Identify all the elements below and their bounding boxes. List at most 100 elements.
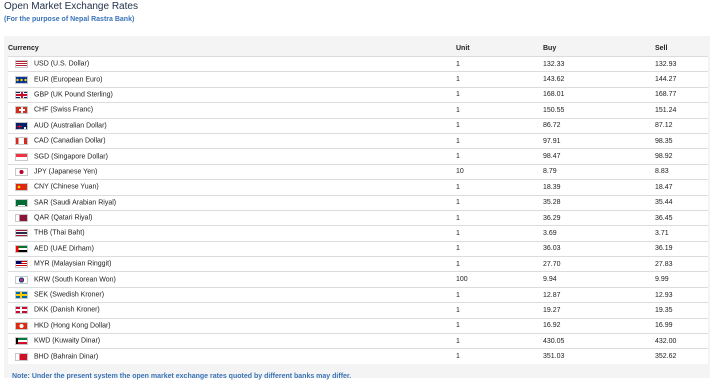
sell-rate-cell: 8.83 [655,163,708,180]
buy-rate-cell: 35.28 [543,194,655,211]
currency-name: THB (Thai Baht) [34,229,85,237]
sell-rate-cell: 151.24 [655,102,708,119]
currency-cell: SGD (Singapore Dollar) [8,148,456,165]
bh-flag-icon [15,352,28,361]
table-row: CHF (Swiss Franc) 1 150.55 151.24 [8,102,708,119]
sell-rate-cell: 87.12 [655,117,708,134]
table-row: CNY (Chinese Yuan) 1 18.39 18.47 [8,179,708,196]
jp-flag-icon [15,167,28,176]
currency-name: BHD (Bahrain Dinar) [34,353,99,361]
sell-rate-cell: 12.93 [655,286,708,303]
unit-cell: 1 [456,148,543,165]
unit-cell: 1 [456,348,543,365]
kw-flag-icon [15,337,28,346]
buy-rate-cell: 351.03 [543,348,655,365]
sell-rate-cell: 3.71 [655,225,708,242]
my-flag-icon [15,260,28,269]
sell-rate-cell: 16.99 [655,317,708,334]
sell-rate-cell: 9.99 [655,271,708,288]
currency-cell: BHD (Bahrain Dinar) [8,348,456,365]
unit-cell: 1 [456,286,543,303]
table-row: THB (Thai Baht) 1 3.69 3.71 [8,225,708,242]
th-flag-icon [15,229,28,238]
buy-rate-cell: 168.01 [543,86,655,103]
ae-flag-icon [15,244,28,253]
currency-name: JPY (Japanese Yen) [34,168,98,176]
currency-name: KRW (South Korean Won) [34,276,116,284]
table-row: EUR (European Euro) 1 143.62 144.27 [8,71,708,88]
buy-rate-cell: 36.03 [543,240,655,257]
buy-rate-cell: 36.29 [543,209,655,226]
sa-flag-icon [15,198,28,207]
unit-cell: 1 [456,317,543,334]
dk-flag-icon [15,306,28,315]
buy-rate-cell: 9.94 [543,271,655,288]
column-header-sell: Sell [655,41,708,57]
unit-cell: 1 [456,256,543,272]
unit-cell: 1 [456,194,543,211]
buy-rate-cell: 12.87 [543,286,655,303]
currency-name: QAR (Qatari Riyal) [34,214,93,222]
currency-name: GBP (UK Pound Sterling) [34,91,113,99]
buy-rate-cell: 430.05 [543,333,655,349]
sell-rate-cell: 98.35 [655,132,708,149]
currency-name: DKK (Danish Kroner) [34,306,100,314]
sell-rate-cell: 144.27 [655,71,708,88]
unit-cell: 1 [456,55,543,72]
kr-flag-icon [15,275,28,284]
rates-note: Note: Under the present system the open … [12,373,352,380]
sell-rate-cell: 27.83 [655,256,708,272]
currency-name: SEK (Swedish Kroner) [34,291,105,299]
unit-cell: 1 [456,102,543,119]
table-row: QAR (Qatari Riyal) 1 36.29 36.45 [8,209,708,226]
table-row: SAR (Saudi Arabian Riyal) 1 35.28 35.44 [8,194,708,211]
currency-name: AED (UAE Dirham) [34,245,94,253]
currency-cell: DKK (Danish Kroner) [8,302,456,319]
buy-rate-cell: 3.69 [543,225,655,242]
table-row: JPY (Japanese Yen) 10 8.79 8.83 [8,163,708,180]
currency-cell: AUD (Australian Dollar) [8,117,456,134]
us-flag-icon [15,60,28,69]
buy-rate-cell: 132.33 [543,55,655,72]
buy-rate-cell: 16.92 [543,317,655,334]
table-row: KWD (Kuwaity Dinar) 1 430.05 432.00 [8,333,708,349]
qa-flag-icon [15,214,28,223]
currency-cell: KWD (Kuwaity Dinar) [8,333,456,349]
unit-cell: 1 [456,179,543,196]
sell-rate-cell: 36.19 [655,240,708,257]
sell-rate-cell: 18.47 [655,179,708,196]
buy-rate-cell: 143.62 [543,71,655,88]
currency-cell: SEK (Swedish Kroner) [8,286,456,303]
page-subtitle: (For the purpose of Nepal Rastra Bank) [4,16,135,23]
table-row: CAD (Canadian Dollar) 1 97.91 98.35 [8,132,708,149]
sg-flag-icon [15,152,28,161]
table-row: GBP (UK Pound Sterling) 1 168.01 168.77 [8,86,708,103]
currency-cell: EUR (European Euro) [8,71,456,88]
unit-cell: 1 [456,132,543,149]
buy-rate-cell: 8.79 [543,163,655,180]
table-row: MYR (Malaysian Ringgit) 1 27.70 27.83 [8,256,708,272]
eu-flag-icon [15,75,28,84]
currency-cell: CAD (Canadian Dollar) [8,132,456,149]
sell-rate-cell: 132.93 [655,55,708,72]
buy-rate-cell: 18.39 [543,179,655,196]
currency-name: KWD (Kuwaity Dinar) [34,337,101,345]
sell-rate-cell: 36.45 [655,209,708,226]
currency-cell: MYR (Malaysian Ringgit) [8,256,456,272]
currency-cell: THB (Thai Baht) [8,225,456,242]
currency-cell: SAR (Saudi Arabian Riyal) [8,194,456,211]
currency-cell: KRW (South Korean Won) [8,271,456,288]
currency-cell: GBP (UK Pound Sterling) [8,86,456,103]
buy-rate-cell: 86.72 [543,117,655,134]
table-header-row: Currency Unit Buy Sell [8,41,708,57]
currency-cell: CHF (Swiss Franc) [8,102,456,119]
currency-name: MYR (Malaysian Ringgit) [34,260,112,268]
table-row: AUD (Australian Dollar) 1 86.72 87.12 [8,117,708,134]
unit-cell: 1 [456,86,543,103]
unit-cell: 1 [456,117,543,134]
buy-rate-cell: 150.55 [543,102,655,119]
currency-cell: HKD (Hong Kong Dollar) [8,317,456,334]
unit-cell: 1 [456,225,543,242]
currency-name: CAD (Canadian Dollar) [34,137,106,145]
column-header-buy: Buy [543,41,655,57]
